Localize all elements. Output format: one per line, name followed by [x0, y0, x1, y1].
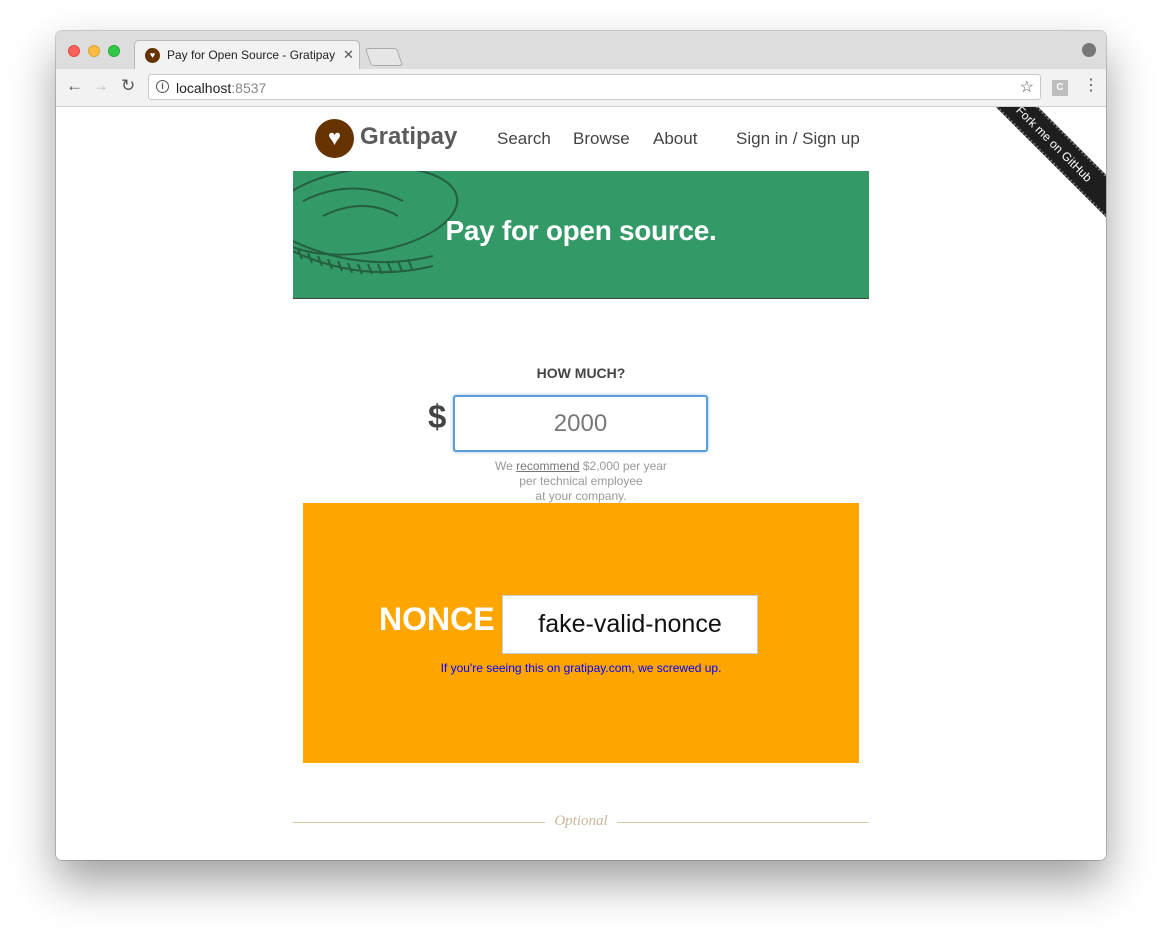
close-window-button[interactable] [68, 45, 80, 57]
recommend-line3: at your company. [535, 489, 627, 503]
address-bar[interactable]: i localhost:8537 ☆ [148, 74, 1041, 100]
extension-icon[interactable]: C [1052, 80, 1068, 96]
nav-search-link[interactable]: Search [497, 129, 551, 149]
tab-close-icon[interactable]: ✕ [343, 47, 354, 63]
minimize-window-button[interactable] [88, 45, 100, 57]
browser-tab[interactable]: ♥ Pay for Open Source - Gratipay ✕ [134, 40, 360, 70]
tab-title: Pay for Open Source - Gratipay [167, 48, 336, 62]
heart-icon: ♥ [327, 125, 342, 150]
title-bar: ♥ Pay for Open Source - Gratipay ✕ [56, 31, 1106, 70]
info-icon[interactable]: i [156, 80, 169, 93]
recommend-link[interactable]: recommend [516, 459, 579, 473]
gratipay-favicon-icon: ♥ [145, 48, 160, 63]
url-port: :8537 [231, 80, 267, 96]
reload-icon[interactable]: ↻ [121, 77, 135, 95]
logo-text[interactable]: Gratipay [360, 123, 457, 151]
zoom-window-button[interactable] [108, 45, 120, 57]
nav-browse-link[interactable]: Browse [573, 129, 630, 149]
nonce-input[interactable] [502, 595, 758, 654]
hero-banner: Pay for open source. [293, 171, 869, 299]
nonce-panel: NONCE If you're seeing this on gratipay.… [303, 503, 859, 763]
nav-signin-link[interactable]: Sign in / Sign up [736, 129, 860, 149]
gratipay-logo-icon[interactable]: ♥ [315, 119, 354, 158]
page-content: Fork me on GitHub ♥ Gratipay Search Brow… [56, 107, 1106, 860]
currency-symbol: $ [428, 398, 447, 435]
recommend-suffix: $2,000 per year [579, 459, 667, 473]
new-tab-button[interactable] [364, 48, 404, 66]
nonce-warning: If you're seeing this on gratipay.com, w… [440, 661, 722, 675]
browser-menu-icon[interactable]: ⋮ [1083, 77, 1099, 95]
nav-about-link[interactable]: About [653, 129, 697, 149]
back-arrow-icon[interactable]: ← [66, 77, 83, 95]
banner-title: Pay for open source. [445, 215, 717, 246]
url-host: localhost [176, 80, 232, 96]
forward-arrow-icon[interactable]: → [92, 77, 109, 95]
site-header: ♥ Gratipay Search Browse About Sign in /… [293, 119, 869, 159]
recommend-line2: per technical employee [519, 474, 643, 488]
recommend-note: We recommend $2,000 per year per technic… [443, 459, 719, 504]
fork-github-ribbon[interactable]: Fork me on GitHub [974, 107, 1106, 224]
url-text[interactable]: localhost:8537 [176, 80, 266, 96]
divider-line-right [617, 822, 869, 823]
amount-input[interactable] [453, 395, 708, 452]
nonce-label: NONCE [379, 601, 495, 637]
recommend-prefix: We [495, 459, 517, 473]
browser-window: ♥ Pay for Open Source - Gratipay ✕ ← → ↻… [56, 31, 1106, 860]
bookmark-star-icon[interactable]: ☆ [1020, 77, 1034, 97]
profile-icon[interactable] [1082, 43, 1096, 57]
how-much-heading: HOW MUCH? [536, 365, 626, 381]
optional-divider: Optional [293, 811, 869, 831]
browser-toolbar: ← → ↻ i localhost:8537 ☆ C ⋮ [56, 69, 1106, 107]
